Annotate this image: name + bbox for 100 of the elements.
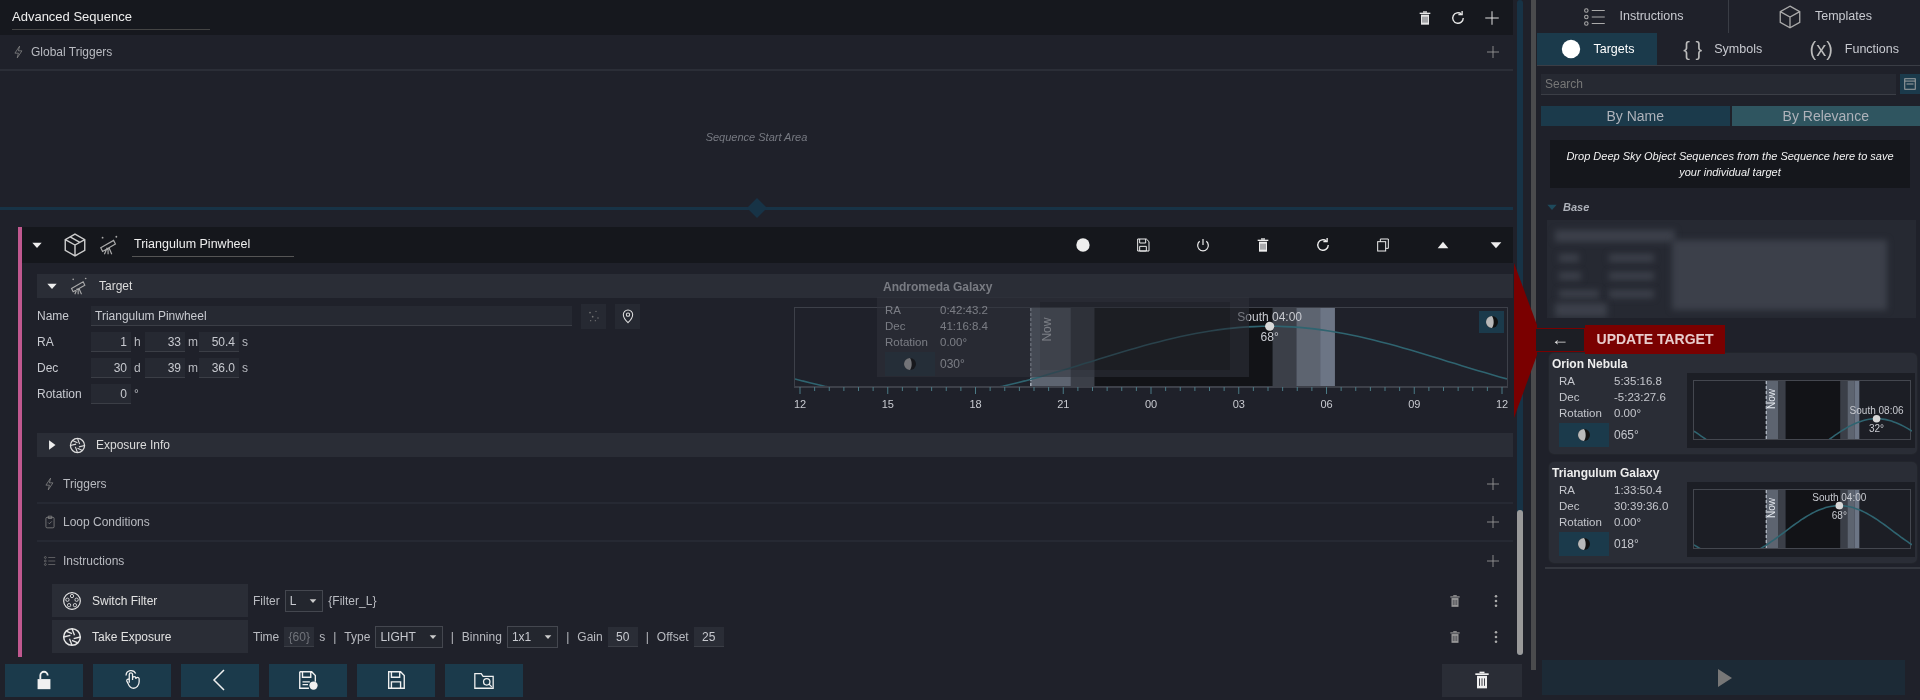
unit-label: s — [241, 360, 249, 377]
moon-phase-button[interactable] — [1559, 422, 1609, 447]
unit-label: m — [187, 334, 199, 351]
field-label: Rotation — [1559, 405, 1603, 421]
field-label: RA — [885, 303, 902, 318]
delete-button[interactable] — [1442, 663, 1522, 697]
list-icon — [43, 554, 57, 568]
unlock-button[interactable] — [5, 663, 83, 697]
axis-label: 18 — [969, 398, 982, 410]
axis-label: 03 — [1232, 398, 1245, 410]
save-plus-icon — [297, 668, 319, 692]
package-icon — [62, 232, 88, 258]
telescope-icon — [69, 276, 89, 296]
reset-icon[interactable] — [1314, 236, 1332, 254]
moon-angle: 018° — [1614, 535, 1639, 553]
altitude-label: 68° — [1260, 330, 1279, 345]
save-icon[interactable] — [1135, 237, 1151, 253]
coordinate-field[interactable]: 30 — [91, 358, 131, 378]
lightning-icon — [43, 477, 57, 491]
scrollbar-thumb[interactable] — [1517, 510, 1523, 655]
moon-angle: 065° — [1614, 426, 1639, 444]
unit-label: m — [187, 360, 199, 377]
touch-button[interactable] — [93, 663, 171, 697]
panel-tab[interactable]: Instructions — [1537, 0, 1728, 33]
axis-label: 15 — [881, 398, 894, 410]
transit-label: South 04:00 — [1812, 491, 1867, 503]
axis-label: 09 — [1408, 398, 1421, 410]
separator: | — [566, 628, 570, 646]
target-card[interactable]: Triangulum Galaxy RA 1:33:50.4 Dec 30:39:36.0 Rotation 0.00° 018° Now South 04:00 68° — [1548, 460, 1918, 564]
coordinate-field[interactable]: 1 — [91, 332, 131, 352]
field-value: 0.00° — [940, 335, 967, 350]
target-card[interactable]: Orion Nebula RA 5:35:16.8 Dec -5:23:27.6 Rotation 0.00° 065° Now South 08:06 32° — [1548, 351, 1918, 455]
target-title: Triangulum Galaxy — [1552, 464, 1661, 482]
scrollbar[interactable] — [1531, 0, 1536, 670]
power-icon[interactable] — [1195, 237, 1211, 253]
field-label: Rotation — [1559, 514, 1603, 530]
search-field[interactable]: Search — [1541, 74, 1896, 95]
arrow-glyph: ← — [1535, 328, 1585, 352]
coordinate-field[interactable]: 50.4 — [199, 332, 239, 352]
axis-label: 06 — [1320, 398, 1333, 410]
duplicate-icon[interactable] — [1375, 237, 1391, 253]
clipboard-icon — [43, 515, 57, 529]
target-name-field[interactable]: Triangulum Pinwheel — [132, 233, 294, 257]
dropdown[interactable]: LIGHT — [375, 625, 443, 648]
sort-toggle[interactable]: By Relevance — [1731, 106, 1920, 126]
save-as-button[interactable] — [269, 663, 347, 697]
dropdown[interactable]: 1x1 — [506, 625, 559, 648]
field-value: 30:39:36.0 — [1614, 498, 1669, 514]
altitude-label: 32° — [1869, 422, 1885, 434]
delete-icon[interactable] — [1255, 237, 1271, 253]
panel-tab[interactable]: { } Symbols — [1657, 33, 1789, 65]
parameter-label: Gain — [577, 628, 603, 646]
collapse-all-button[interactable] — [1900, 74, 1920, 94]
reset-icon[interactable] — [1449, 8, 1467, 27]
drop-area-hint: Sequence Start Area — [705, 129, 808, 145]
moon-phase-button[interactable] — [1479, 311, 1504, 333]
parameter-label: {Filter_L} — [328, 592, 377, 610]
panel-tab[interactable]: (x) Functions — [1788, 33, 1920, 65]
axis-label: 00 — [1144, 398, 1158, 410]
field-label: Dec — [1559, 389, 1581, 405]
delete-icon[interactable] — [1417, 9, 1433, 26]
section-label: Global Triggers — [31, 44, 113, 61]
now-label: Now — [1765, 388, 1777, 409]
separator: | — [333, 628, 337, 646]
coordinate-field[interactable]: 0 — [91, 384, 131, 404]
field-value: 0.00° — [1614, 514, 1641, 530]
separator: | — [645, 628, 649, 646]
unit-label: s — [241, 334, 249, 351]
transit-marker — [1265, 321, 1275, 331]
coordinate-field[interactable]: 33 — [145, 332, 185, 352]
coordinate-field[interactable]: 39 — [145, 358, 185, 378]
sort-toggle[interactable]: By Name — [1541, 106, 1730, 126]
open-button[interactable] — [445, 663, 523, 697]
dropdown[interactable]: L — [284, 589, 324, 612]
sequence-title-field[interactable]: Advanced Sequence — [12, 5, 210, 30]
moon-phase-button[interactable] — [1559, 531, 1609, 556]
lightning-icon — [12, 45, 26, 59]
back-button[interactable] — [181, 663, 259, 697]
moon-icon — [1576, 535, 1592, 552]
tab-label: Instructions — [1619, 8, 1684, 26]
panel-tab[interactable]: Templates — [1728, 0, 1920, 33]
altitude-label: 68° — [1831, 509, 1847, 521]
field-value: 41:16:8.4 — [940, 319, 988, 334]
save-button[interactable] — [357, 663, 435, 697]
location-button[interactable] — [615, 303, 640, 329]
name-field[interactable]: Triangulum Pinwheel — [91, 306, 572, 326]
moon-icon — [1576, 426, 1592, 443]
coordinate-field[interactable]: 36.0 — [199, 358, 239, 378]
filter-wheel-icon — [62, 590, 82, 611]
target-globe-icon[interactable] — [1075, 237, 1091, 253]
number-field[interactable]: 25 — [693, 626, 724, 647]
axis-label: 12 — [1495, 398, 1508, 410]
floppy-icon — [385, 668, 407, 692]
number-field[interactable]: 50 — [607, 626, 638, 647]
panel-tab[interactable]: Targets — [1537, 33, 1657, 65]
add-icon[interactable] — [1483, 8, 1501, 27]
target-title: Orion Nebula — [1552, 355, 1629, 373]
field-value: 1:33:50.4 — [1614, 482, 1662, 498]
field-value: 0:42:43.2 — [940, 303, 988, 318]
group-label: Base — [1563, 200, 1590, 215]
